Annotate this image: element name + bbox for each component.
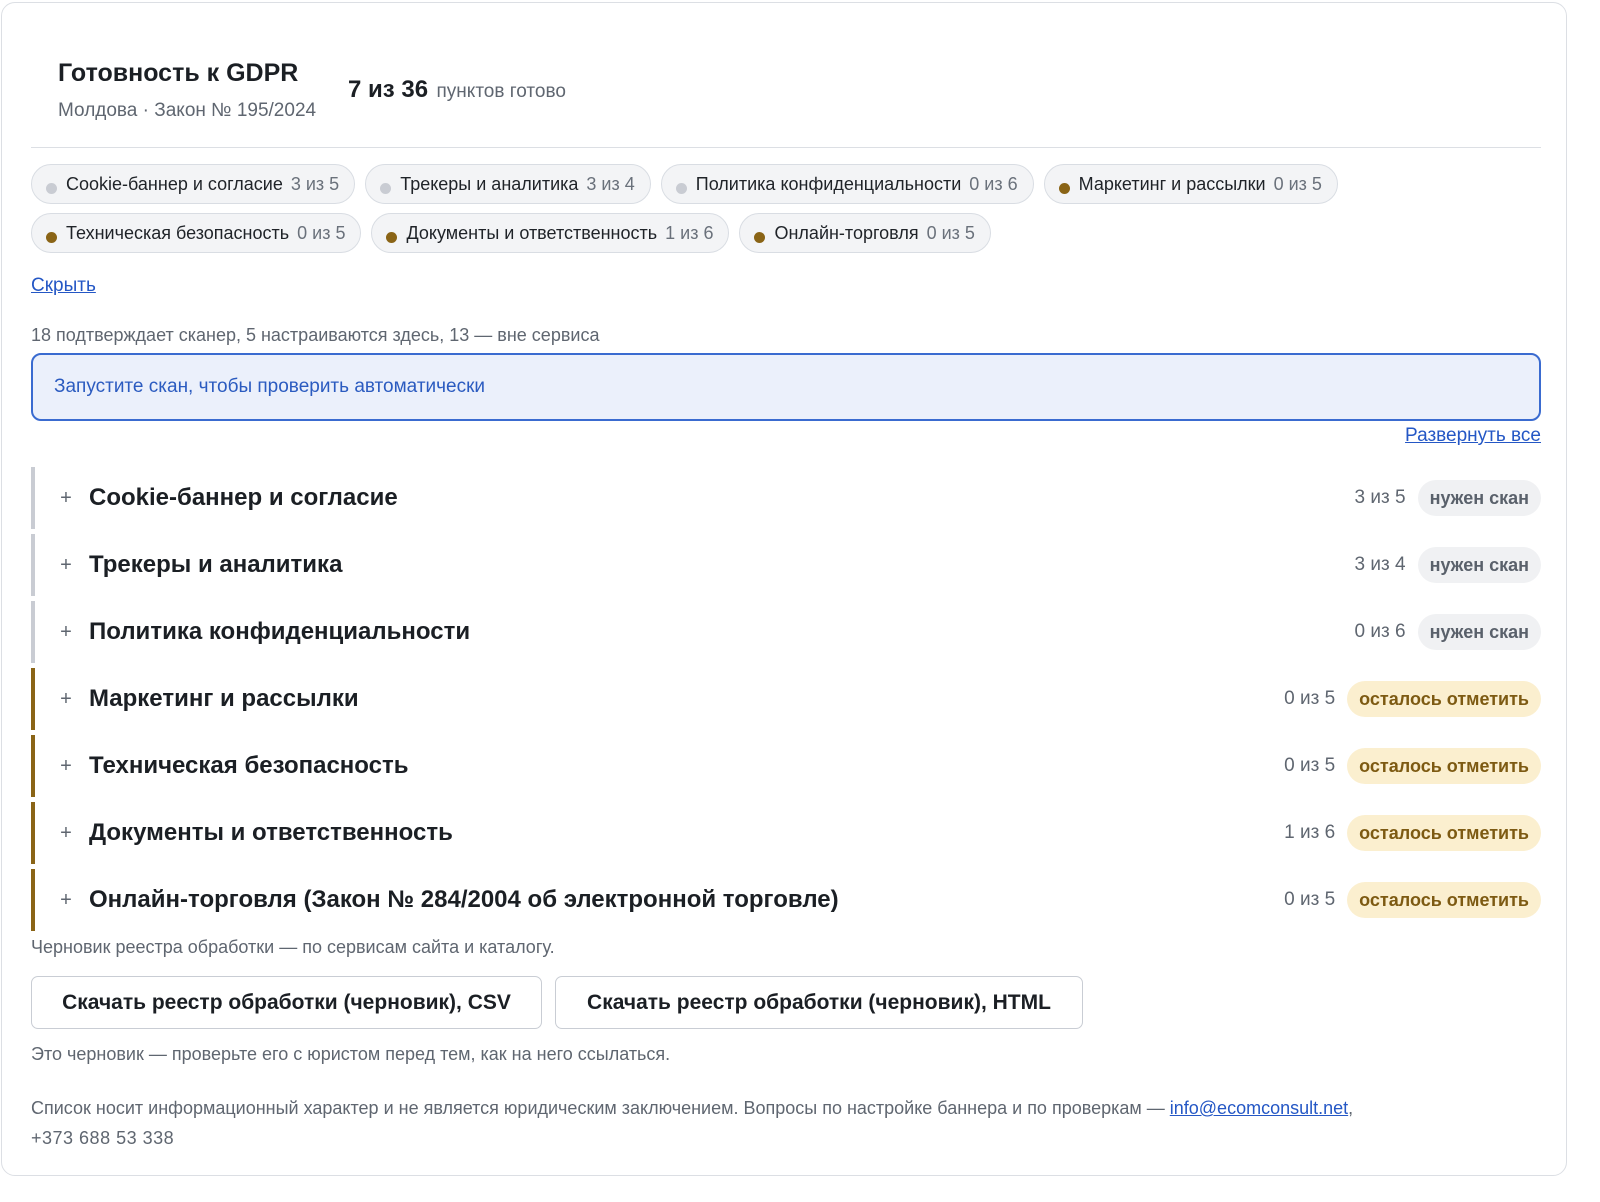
chip-label: Cookie-баннер и согласие xyxy=(66,173,283,194)
gdpr-readiness-card: Готовность к GDPR Молдова · Закон № 195/… xyxy=(1,2,1567,1176)
status-badge: нужен скан xyxy=(1417,547,1541,583)
chip-privacy-policy[interactable]: Политика конфиденциальности 0 из 6 xyxy=(660,164,1034,204)
chip-label: Онлайн-торговля xyxy=(774,222,919,243)
section-status: 3 из 5 нужен скан xyxy=(1355,467,1541,529)
footer-disclaimer: Список носит информационный характер и н… xyxy=(31,1093,1551,1153)
page-subtitle: Молдова · Закон № 195/2024 xyxy=(58,100,317,121)
section-status: 0 из 5 осталось отметить xyxy=(1284,668,1541,730)
status-dot-icon xyxy=(386,231,398,243)
chip-count: 1 из 6 xyxy=(665,222,714,243)
expand-plus-icon[interactable]: + xyxy=(56,822,76,845)
section-count: 1 из 6 xyxy=(1284,822,1336,843)
section-title: Маркетинг и рассылки xyxy=(89,685,359,712)
section-trackers[interactable]: + Трекеры и аналитика 3 из 4 нужен скан xyxy=(31,534,1541,596)
status-dot-icon xyxy=(46,231,57,243)
section-title: Онлайн-торговля (Закон № 284/2004 об эле… xyxy=(89,886,839,913)
section-status: 0 из 5 осталось отметить xyxy=(1284,869,1541,931)
contact-phone: +373 688 53 338 xyxy=(31,1128,175,1148)
section-tech-security[interactable]: + Техническая безопасность 0 из 5 остало… xyxy=(31,735,1541,797)
status-badge: нужен скан xyxy=(1417,480,1541,516)
section-documents[interactable]: + Документы и ответственность 1 из 6 ост… xyxy=(31,802,1541,864)
contact-email-link[interactable]: info@ecomconsult.net xyxy=(1170,1098,1348,1118)
header-divider xyxy=(31,147,1541,148)
chip-label: Техническая безопасность xyxy=(66,222,290,243)
chip-ecommerce[interactable]: Онлайн-торговля 0 из 5 xyxy=(739,213,991,253)
section-count: 0 из 5 xyxy=(1284,688,1336,709)
section-title: Политика конфиденциальности xyxy=(89,618,471,645)
check-summary: 18 подтверждает сканер, 5 настраиваются … xyxy=(31,325,600,345)
status-badge: осталось отметить xyxy=(1347,882,1541,918)
section-count: 0 из 5 xyxy=(1284,755,1336,776)
download-csv-button[interactable]: Скачать реестр обработки (черновик), CSV xyxy=(31,976,542,1029)
download-html-button[interactable]: Скачать реестр обработки (черновик), HTM… xyxy=(555,976,1083,1029)
status-dot-icon xyxy=(46,182,57,194)
chip-count: 0 из 5 xyxy=(1273,173,1322,194)
status-badge: нужен скан xyxy=(1417,614,1541,650)
chip-count: 3 из 5 xyxy=(290,173,340,194)
expand-all-link[interactable]: Развернуть все xyxy=(1405,425,1541,446)
disclaimer-text: Список носит информационный характер и н… xyxy=(31,1098,1170,1118)
status-badge: осталось отметить xyxy=(1347,748,1541,784)
section-privacy-policy[interactable]: + Политика конфиденциальности 0 из 6 нуж… xyxy=(31,601,1541,663)
chip-label: Политика конфиденциальности xyxy=(695,173,962,194)
chip-documents[interactable]: Документы и ответственность 1 из 6 xyxy=(371,213,730,253)
status-badge: осталось отметить xyxy=(1347,815,1541,851)
chip-label: Маркетинг и рассылки xyxy=(1078,173,1266,194)
chip-count: 0 из 6 xyxy=(969,173,1018,194)
section-marketing[interactable]: + Маркетинг и рассылки 0 из 5 осталось о… xyxy=(31,668,1541,730)
section-cookie-banner[interactable]: + Cookie-баннер и согласие 3 из 5 нужен … xyxy=(31,467,1541,529)
status-badge: осталось отметить xyxy=(1347,681,1541,717)
draft-warning: Это черновик — проверьте его с юристом п… xyxy=(31,1044,671,1064)
expand-plus-icon[interactable]: + xyxy=(56,688,76,711)
footer-separator: , xyxy=(1348,1098,1354,1118)
category-chips: Cookie-баннер и согласие 3 из 5 Трекеры … xyxy=(31,164,1541,253)
section-title: Трекеры и аналитика xyxy=(89,551,343,578)
chip-label: Трекеры и аналитика xyxy=(400,173,579,194)
section-status: 0 из 5 осталось отметить xyxy=(1284,735,1541,797)
status-dot-icon xyxy=(675,182,687,194)
section-status: 1 из 6 осталось отметить xyxy=(1284,802,1541,864)
chip-cookie-banner[interactable]: Cookie-баннер и согласие 3 из 5 xyxy=(31,164,356,204)
page-title: Готовность к GDPR xyxy=(58,59,299,87)
section-count: 3 из 4 xyxy=(1354,554,1406,575)
progress-summary: 7 из 36 пунктов готово xyxy=(348,76,566,104)
status-dot-icon xyxy=(1058,182,1070,194)
chip-count: 0 из 5 xyxy=(926,222,975,243)
expand-plus-icon[interactable]: + xyxy=(56,889,76,912)
expand-plus-icon[interactable]: + xyxy=(56,554,76,577)
section-title: Техническая безопасность xyxy=(89,752,409,779)
status-dot-icon xyxy=(380,182,392,194)
section-ecommerce[interactable]: + Онлайн-торговля (Закон № 284/2004 об э… xyxy=(31,869,1541,931)
section-title: Cookie-баннер и согласие xyxy=(89,484,398,511)
progress-label: пунктов готово xyxy=(436,81,566,102)
hide-chips-link[interactable]: Скрыть xyxy=(31,275,96,297)
expand-all-wrapper: Развернуть все xyxy=(1202,425,1541,447)
progress-count: 7 из 36 xyxy=(348,76,429,103)
expand-plus-icon[interactable]: + xyxy=(56,755,76,778)
chip-count: 3 из 4 xyxy=(586,173,635,194)
section-status: 0 из 6 нужен скан xyxy=(1355,601,1541,663)
section-title: Документы и ответственность xyxy=(89,819,453,846)
chip-trackers[interactable]: Трекеры и аналитика 3 из 4 xyxy=(365,164,651,204)
run-scan-prompt[interactable]: Запустите скан, чтобы проверить автомати… xyxy=(31,353,1541,421)
chip-count: 0 из 5 xyxy=(297,222,346,243)
section-status: 3 из 4 нужен скан xyxy=(1355,534,1541,596)
section-count: 3 из 5 xyxy=(1354,487,1406,508)
draft-register-note: Черновик реестра обработки — по сервисам… xyxy=(31,937,555,957)
status-dot-icon xyxy=(754,231,766,243)
chip-tech-security[interactable]: Техническая безопасность 0 из 5 xyxy=(31,213,362,253)
section-count: 0 из 6 xyxy=(1354,621,1406,642)
chip-label: Документы и ответственность xyxy=(406,222,658,243)
sections-list: + Cookie-баннер и согласие 3 из 5 нужен … xyxy=(31,467,1541,936)
expand-plus-icon[interactable]: + xyxy=(56,621,76,644)
expand-plus-icon[interactable]: + xyxy=(56,487,76,510)
chip-marketing[interactable]: Маркетинг и рассылки 0 из 5 xyxy=(1043,164,1338,204)
section-count: 0 из 5 xyxy=(1284,889,1336,910)
